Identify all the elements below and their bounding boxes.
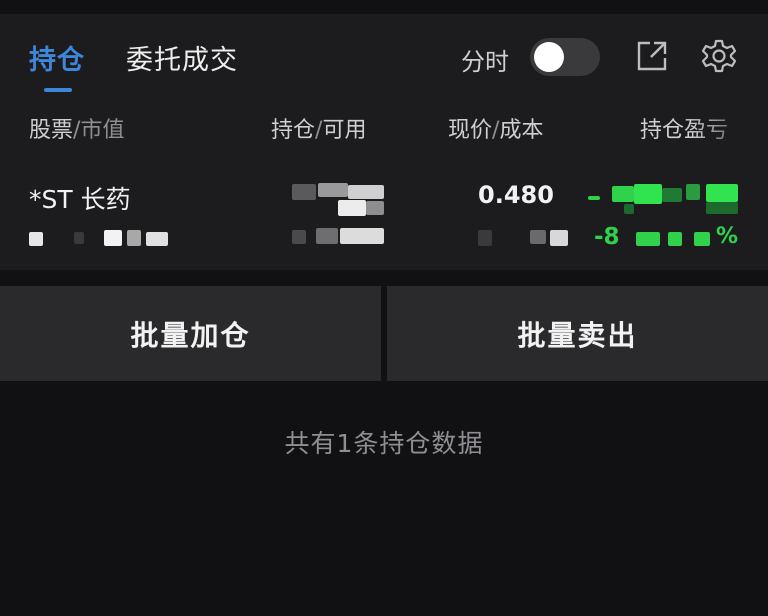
redacted-market-value xyxy=(29,232,43,246)
redacted-market-value xyxy=(104,230,122,246)
redacted-position xyxy=(348,185,384,199)
redacted-pnl-amount xyxy=(588,196,600,200)
column-header-stock: 股票/市值 xyxy=(29,112,124,144)
pnl-percent-prefix: -8 xyxy=(594,224,620,250)
redacted-cost xyxy=(478,230,492,246)
redacted-pnl-percent xyxy=(668,232,682,246)
redacted-pnl-percent xyxy=(694,232,710,246)
redacted-pnl-amount xyxy=(662,188,682,202)
redacted-pnl-amount xyxy=(612,186,634,202)
redacted-cost xyxy=(530,230,546,244)
redacted-pnl-amount xyxy=(634,184,662,204)
column-header-available: 可用 xyxy=(322,118,367,143)
batch-add-button[interactable]: 批量加仓 xyxy=(0,286,381,381)
tab-holdings[interactable]: 持仓 xyxy=(29,38,85,77)
column-header-cost: 成本 xyxy=(499,118,544,143)
redacted-pnl-amount xyxy=(686,184,700,200)
redacted-market-value xyxy=(146,232,168,246)
batch-sell-button[interactable]: 批量卖出 xyxy=(387,286,768,381)
current-price: 0.480 xyxy=(478,181,554,209)
redacted-cost xyxy=(550,230,568,246)
redacted-position xyxy=(292,184,316,200)
pnl-percent-suffix: % xyxy=(716,224,739,249)
redacted-available xyxy=(340,228,384,244)
column-header-price: 现价/成本 xyxy=(448,112,543,144)
stock-name: *ST 长药 xyxy=(29,185,131,214)
holdings-screen: 持仓 委托成交 分时 股票/市值 持仓/可用 现价/成本 持仓盈亏 *ST 长药 xyxy=(0,0,768,616)
redacted-available xyxy=(292,230,306,244)
redacted-pnl-percent xyxy=(636,232,660,246)
batch-add-label: 批量加仓 xyxy=(130,318,251,352)
redacted-position xyxy=(338,200,366,216)
redacted-pnl-amount xyxy=(706,202,738,214)
active-tab-indicator xyxy=(44,88,72,92)
tab-orders-trades[interactable]: 委托成交 xyxy=(126,38,238,77)
redacted-position xyxy=(366,201,384,215)
redacted-position xyxy=(318,183,348,197)
holdings-count-summary: 共有1条持仓数据 xyxy=(284,429,484,458)
timeshare-label: 分时 xyxy=(461,48,509,76)
redacted-available xyxy=(316,228,338,244)
redacted-pnl-amount xyxy=(706,184,738,202)
external-link-icon[interactable] xyxy=(634,38,670,74)
redacted-market-value xyxy=(74,232,84,244)
gear-icon[interactable] xyxy=(701,38,737,74)
column-header-price-main: 现价 xyxy=(448,118,493,143)
column-header-position: 持仓/可用 xyxy=(271,112,366,144)
column-header-market-value: 市值 xyxy=(80,118,125,143)
header-fade-overlay xyxy=(690,100,768,150)
batch-sell-label: 批量卖出 xyxy=(517,318,638,352)
redacted-pnl-amount xyxy=(624,204,634,214)
watermark xyxy=(555,570,755,608)
timeshare-toggle[interactable] xyxy=(530,38,600,76)
column-header-stock-main: 股票 xyxy=(29,118,74,143)
column-header-position-main: 持仓 xyxy=(271,118,316,143)
toggle-knob xyxy=(534,42,564,72)
redacted-market-value xyxy=(127,230,141,246)
